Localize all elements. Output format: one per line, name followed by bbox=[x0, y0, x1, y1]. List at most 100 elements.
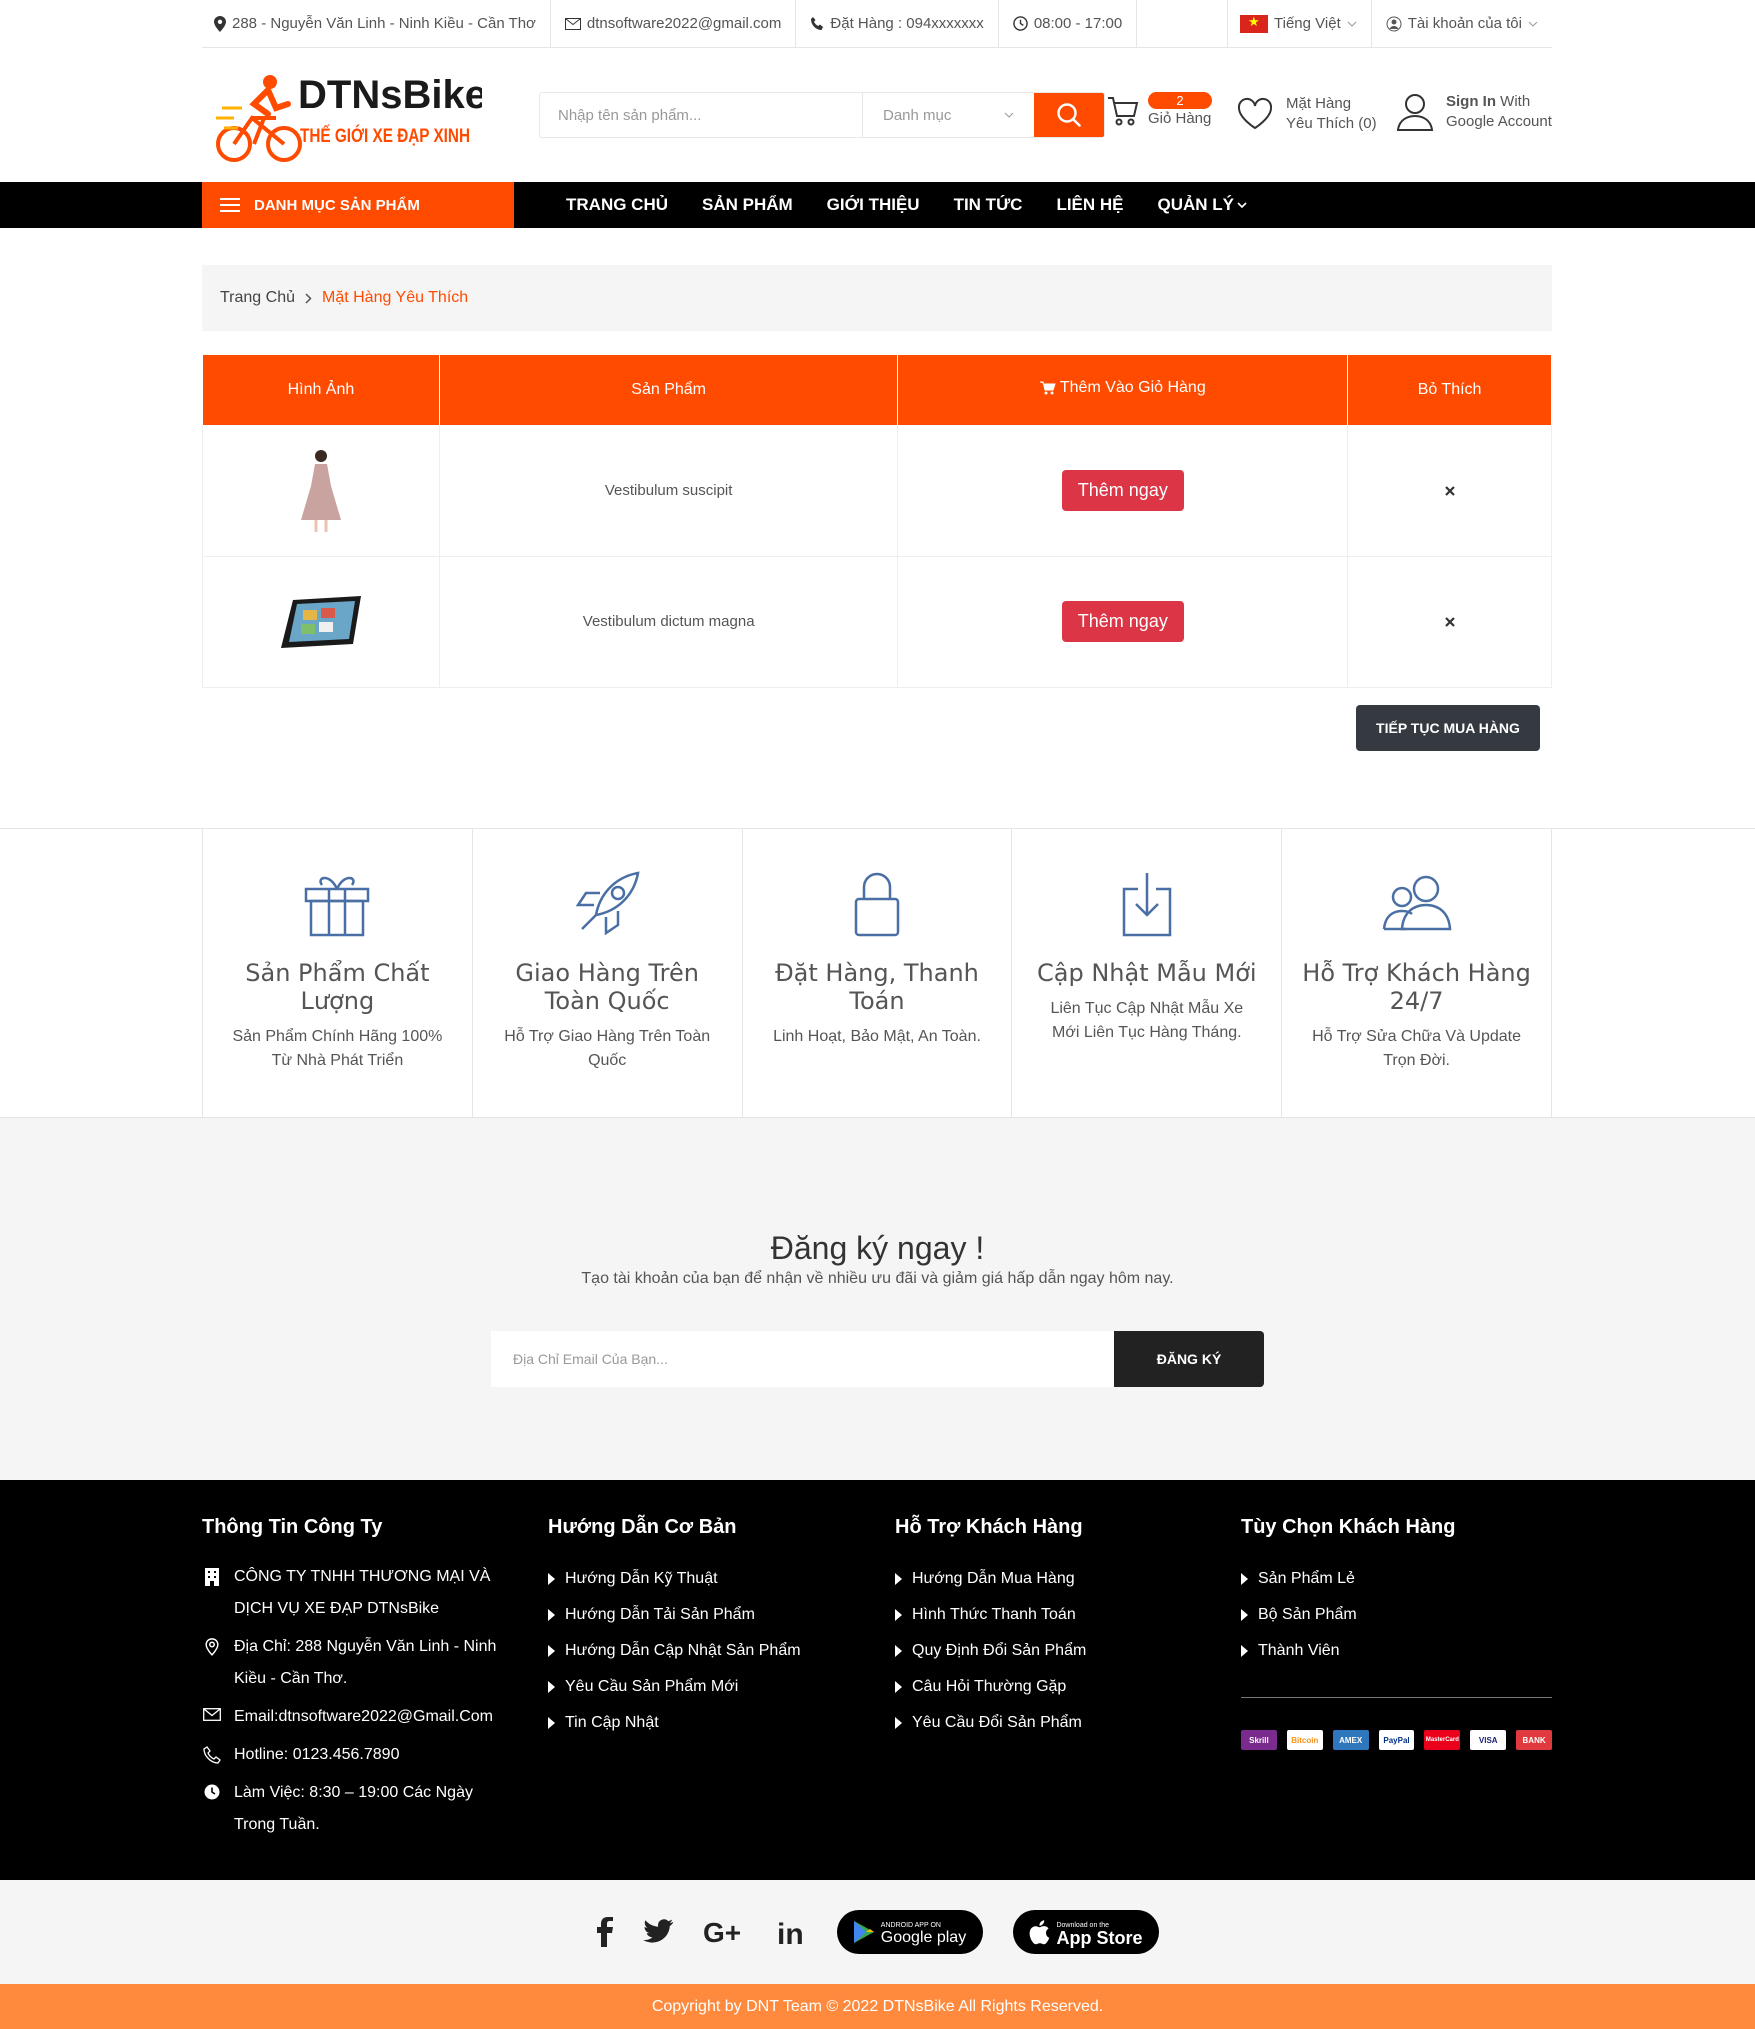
footer-link-label: Bộ Sản Phẩm bbox=[1258, 1606, 1357, 1623]
feature-item: Đặt Hàng, Thanh Toán Linh Hoạt, Bảo Mật,… bbox=[741, 829, 1012, 1119]
footer-link[interactable]: Hướng Dẫn Mua Hàng bbox=[895, 1561, 1195, 1597]
footer-link[interactable]: Hướng Dẫn Tải Sản Phẩm bbox=[548, 1597, 848, 1633]
footer-link-label: Quy Định Đổi Sản Phẩm bbox=[912, 1642, 1087, 1659]
signin-line2: Google Account bbox=[1446, 113, 1552, 130]
chevron-down-icon bbox=[1237, 202, 1247, 208]
nav-item-home[interactable]: TRANG CHỦ bbox=[566, 195, 668, 215]
search-bar: Nhập tên sản phẩm... Danh mục bbox=[539, 92, 1105, 138]
feature-title: Hỗ Trợ Khách Hàng 24/7 bbox=[1302, 959, 1531, 1015]
add-now-button[interactable]: Thêm ngay bbox=[1061, 470, 1184, 511]
footer-link[interactable]: Hình Thức Thanh Toán bbox=[895, 1597, 1195, 1633]
search-button[interactable] bbox=[1034, 93, 1104, 137]
gift-icon bbox=[305, 876, 370, 937]
footer-link[interactable]: Thành Viên bbox=[1241, 1633, 1552, 1669]
google-play-button[interactable]: ANDROID APP ON Google play bbox=[836, 1910, 983, 1954]
signin-bold: Sign In bbox=[1446, 93, 1496, 110]
category-menu-button[interactable]: DANH MỤC SẢN PHẨM bbox=[202, 182, 514, 228]
location-pin-icon bbox=[205, 1638, 219, 1656]
signin-rest: With bbox=[1496, 93, 1531, 110]
footer-col-title: Tùy Chọn Khách Hàng bbox=[1241, 1516, 1456, 1538]
cart-link[interactable]: 2 Giỏ Hàng bbox=[1106, 92, 1212, 129]
envelope-icon bbox=[564, 17, 581, 30]
add-now-button[interactable]: Thêm ngay bbox=[1061, 601, 1184, 642]
wishlist-line1: Mặt Hàng bbox=[1286, 95, 1352, 112]
clock-icon bbox=[1013, 16, 1028, 31]
feature-title: Sản Phẩm Chất Lượng bbox=[245, 959, 430, 1015]
nav-item-manage[interactable]: QUẢN LÝ bbox=[1158, 195, 1248, 215]
feature-desc: Sản Phẩm Chính Hãng 100% Từ Nhà Phát Tri… bbox=[232, 1028, 443, 1069]
footer-hotline[interactable]: Hotline: 0123.456.7890 bbox=[234, 1739, 399, 1771]
breadcrumb-home[interactable]: Trang Chủ bbox=[220, 289, 295, 307]
chevron-right-icon bbox=[305, 292, 312, 304]
product-name[interactable]: Vestibulum dictum magna bbox=[438, 555, 899, 688]
phone-item[interactable]: Đặt Hàng : 094xxxxxxx bbox=[796, 0, 999, 48]
search-input[interactable]: Nhập tên sản phẩm... bbox=[540, 93, 862, 137]
footer-link[interactable]: Câu Hỏi Thường Gặp bbox=[895, 1669, 1195, 1705]
nav-item-news[interactable]: TIN TỨC bbox=[954, 195, 1023, 215]
wishlist-link[interactable]: Mặt Hàng Yêu Thích (0) bbox=[1236, 94, 1377, 134]
clock-icon bbox=[204, 1784, 220, 1800]
caret-right-icon bbox=[895, 1609, 902, 1621]
site-logo[interactable]: DTNsBike THẾ GIỚI XE ĐẠP XINH bbox=[212, 68, 482, 166]
email-item[interactable]: dtnsoftware2022@gmail.com bbox=[551, 0, 797, 48]
location-pin-icon bbox=[214, 15, 226, 32]
signup-desc: Tạo tài khoản của bạn để nhận về nhiều ư… bbox=[581, 1270, 1174, 1287]
footer-link[interactable]: Tin Cập Nhật bbox=[548, 1705, 848, 1741]
svg-text:G+: G+ bbox=[703, 1918, 741, 1946]
app-store-label: App Store bbox=[1056, 1928, 1143, 1948]
subscribe-button[interactable]: ĐĂNG KÝ bbox=[1114, 1331, 1264, 1387]
linkedin-icon[interactable]: in bbox=[777, 1918, 807, 1946]
footer-guide-col: Hướng Dẫn Cơ Bản Hướng Dẫn Kỹ Thuật Hướn… bbox=[548, 1516, 848, 1741]
phone-icon bbox=[811, 16, 824, 30]
nav-item-products[interactable]: SẢN PHẨM bbox=[702, 195, 793, 215]
nav-item-about[interactable]: GIỚI THIỆU bbox=[827, 195, 920, 215]
user-circle-icon bbox=[1386, 16, 1402, 31]
footer-company: CÔNG TY TNHH THƯƠNG MẠI VÀ DỊCH VỤ XE ĐẠ… bbox=[234, 1568, 491, 1617]
footer-link[interactable]: Hướng Dẫn Cập Nhật Sản Phẩm bbox=[548, 1633, 848, 1669]
close-icon[interactable] bbox=[1444, 616, 1455, 627]
email-input[interactable]: Địa Chỉ Email Của Bạn... bbox=[491, 1331, 1114, 1387]
feature-title: Đặt Hàng, Thanh Toán bbox=[775, 959, 979, 1015]
language-select[interactable]: Tiếng Việt bbox=[1227, 0, 1371, 48]
header-product: Sản Phẩm bbox=[438, 355, 899, 426]
google-signin-link[interactable]: Sign In With Google Account bbox=[1396, 92, 1552, 132]
continue-shopping-button[interactable]: TIẾP TỤC MUA HÀNG bbox=[1356, 705, 1540, 751]
footer-link[interactable]: Yêu Cầu Đổi Sản Phẩm bbox=[895, 1705, 1195, 1741]
footer-link-label: Tin Cập Nhật bbox=[565, 1714, 659, 1731]
skrill-icon: Skrill bbox=[1241, 1730, 1277, 1750]
footer-support-col: Hỗ Trợ Khách Hàng Hướng Dẫn Mua Hàng Hìn… bbox=[895, 1516, 1195, 1741]
tablet-product-image[interactable] bbox=[279, 594, 363, 650]
header-image: Hình Ảnh bbox=[202, 355, 440, 426]
header-remove: Bỏ Thích bbox=[1347, 355, 1552, 426]
footer-link[interactable]: Quy Định Đổi Sản Phẩm bbox=[895, 1633, 1195, 1669]
feature-item: Cập Nhật Mẫu Mới Liên Tục Cập Nhật Mẫu X… bbox=[1011, 829, 1281, 1119]
twitter-icon[interactable] bbox=[642, 1919, 673, 1945]
visa-icon: VISA bbox=[1470, 1730, 1507, 1750]
dress-product-image[interactable] bbox=[296, 448, 346, 534]
top-bar: 288 - Nguyễn Văn Linh - Ninh Kiều - Cần … bbox=[202, 0, 1552, 48]
footer-link[interactable]: Hướng Dẫn Kỹ Thuật bbox=[548, 1561, 848, 1597]
footer-link[interactable]: Bộ Sản Phẩm bbox=[1241, 1597, 1552, 1633]
category-select[interactable]: Danh mục bbox=[862, 93, 1034, 137]
footer-email[interactable]: Email:dtnsoftware2022@Gmail.Com bbox=[234, 1701, 493, 1733]
feature-item: Giao Hàng Trên Toàn Quốc Hỗ Trợ Giao Hàn… bbox=[471, 829, 742, 1119]
footer-link[interactable]: Sản Phẩm Lẻ bbox=[1241, 1561, 1552, 1597]
language-text: Tiếng Việt bbox=[1274, 15, 1341, 32]
caret-right-icon bbox=[548, 1573, 555, 1585]
app-store-button[interactable]: Download on the App Store bbox=[1012, 1910, 1159, 1954]
close-icon[interactable] bbox=[1444, 485, 1455, 496]
account-menu[interactable]: Tài khoản của tôi bbox=[1370, 0, 1552, 48]
google-plus-icon[interactable]: G+ bbox=[703, 1918, 747, 1946]
caret-right-icon bbox=[895, 1645, 902, 1657]
footer-link-label: Sản Phẩm Lẻ bbox=[1258, 1570, 1355, 1587]
table-row: Vestibulum suscipit Thêm ngay bbox=[202, 424, 1552, 557]
footer-link[interactable]: Yêu Cầu Sản Phẩm Mới bbox=[548, 1669, 848, 1705]
footer-options-col: Tùy Chọn Khách Hàng Sản Phẩm Lẻ Bộ Sản P… bbox=[1241, 1516, 1553, 1750]
wishlist-table: Hình Ảnh Sản Phẩm Thêm Vào Giỏ Hàng Bỏ T… bbox=[202, 355, 1552, 688]
facebook-icon[interactable] bbox=[596, 1917, 613, 1947]
footer-link-label: Hướng Dẫn Kỹ Thuật bbox=[565, 1570, 718, 1587]
building-icon bbox=[205, 1568, 219, 1586]
add-cell: Thêm ngay bbox=[897, 555, 1349, 688]
nav-item-contact[interactable]: LIÊN HỆ bbox=[1056, 195, 1123, 215]
product-name[interactable]: Vestibulum suscipit bbox=[438, 424, 899, 557]
